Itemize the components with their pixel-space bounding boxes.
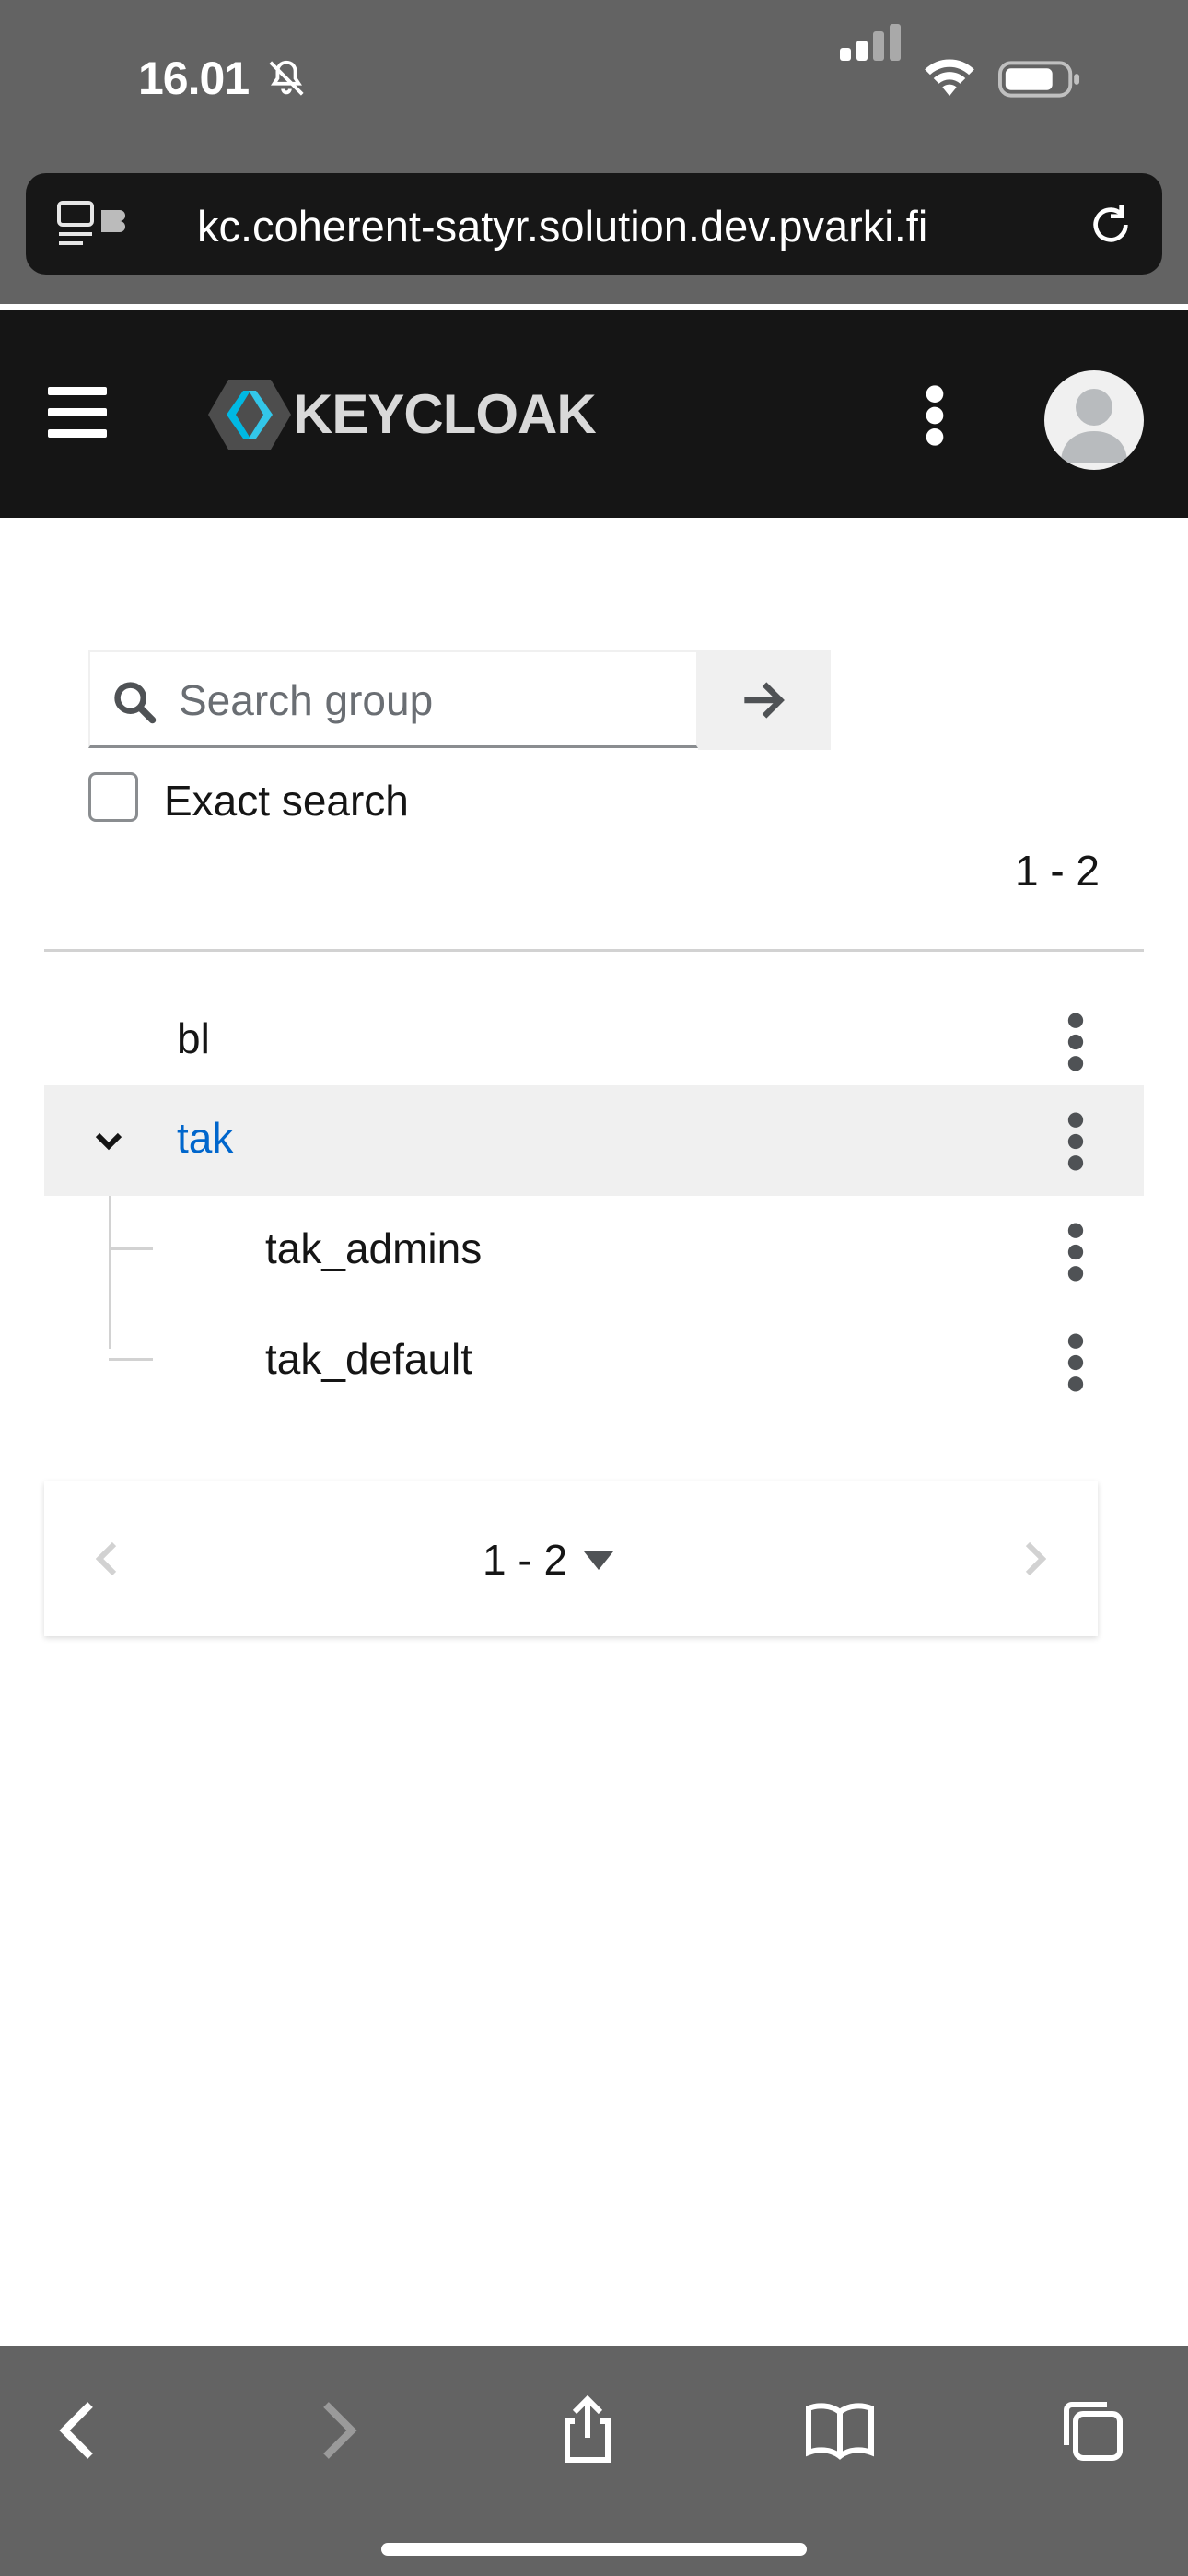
chevron-left-icon[interactable] — [96, 1540, 118, 1577]
browser-toolbar — [0, 2346, 1188, 2576]
search-input-container[interactable] — [88, 650, 698, 748]
svg-text:KEYCLOAK: KEYCLOAK — [293, 383, 596, 445]
avatar-person-icon — [1061, 389, 1127, 463]
tabs-icon[interactable] — [1055, 2394, 1129, 2467]
masthead: KEYCLOAK — [0, 304, 1188, 518]
tree-row-tak-default[interactable]: tak_default — [44, 1306, 1144, 1417]
tree-row-tak[interactable]: tak — [44, 1085, 1144, 1196]
header-kebab-icon[interactable] — [921, 383, 949, 448]
wifi-icon — [925, 59, 974, 97]
exact-search-label: Exact search — [164, 777, 409, 825]
pagination-range-top[interactable]: 1 - 2 — [1015, 846, 1100, 896]
caret-down-icon[interactable] — [584, 1551, 613, 1570]
bookmarks-icon[interactable] — [803, 2394, 877, 2467]
back-icon[interactable] — [42, 2394, 116, 2467]
group-name[interactable]: tak — [177, 1113, 233, 1163]
exact-search-checkbox[interactable] — [88, 772, 138, 822]
url-text[interactable]: kc.coherent-satyr.solution.dev.pvarki.fi — [197, 201, 927, 252]
home-indicator — [381, 2543, 807, 2556]
nav-toggle-hamburger-icon[interactable] — [48, 387, 107, 439]
address-bar[interactable]: kc.coherent-satyr.solution.dev.pvarki.fi — [26, 173, 1162, 275]
search-submit-button[interactable] — [698, 650, 831, 750]
row-kebab-icon[interactable] — [1065, 1330, 1087, 1395]
row-kebab-icon[interactable] — [1065, 1220, 1087, 1284]
browser-top-chrome: 16.01 kc.coherent-satyr.solution.dev.pva… — [0, 0, 1188, 304]
search-icon — [114, 682, 157, 724]
pagination-bottom: 1 - 2 — [44, 1481, 1098, 1636]
forward-icon[interactable] — [300, 2394, 374, 2467]
group-search — [88, 650, 831, 750]
status-time: 16.01 — [138, 53, 250, 104]
tree-row-bl[interactable]: bl — [44, 986, 1144, 1096]
battery-icon — [998, 61, 1080, 98]
divider — [44, 949, 1144, 952]
row-kebab-icon[interactable] — [1065, 1109, 1087, 1174]
group-name[interactable]: bl — [177, 1013, 210, 1063]
arrow-right-icon — [744, 682, 785, 719]
pagination-range-bottom[interactable]: 1 - 2 — [483, 1535, 567, 1585]
row-kebab-icon[interactable] — [1065, 1010, 1087, 1074]
chevron-down-icon[interactable] — [92, 1124, 125, 1157]
tree-row-tak-admins[interactable]: tak_admins — [44, 1196, 1144, 1306]
chevron-right-icon[interactable] — [1024, 1540, 1046, 1577]
share-icon[interactable] — [551, 2394, 624, 2467]
search-input[interactable] — [177, 669, 678, 732]
bell-slash-icon — [269, 60, 304, 96]
reload-icon[interactable] — [1085, 199, 1136, 251]
user-avatar[interactable] — [1044, 370, 1144, 470]
keycloak-logo[interactable]: KEYCLOAK — [190, 370, 632, 459]
group-name[interactable]: tak_default — [265, 1334, 472, 1384]
page-menu-icon[interactable] — [57, 201, 140, 249]
group-name[interactable]: tak_admins — [265, 1224, 482, 1273]
